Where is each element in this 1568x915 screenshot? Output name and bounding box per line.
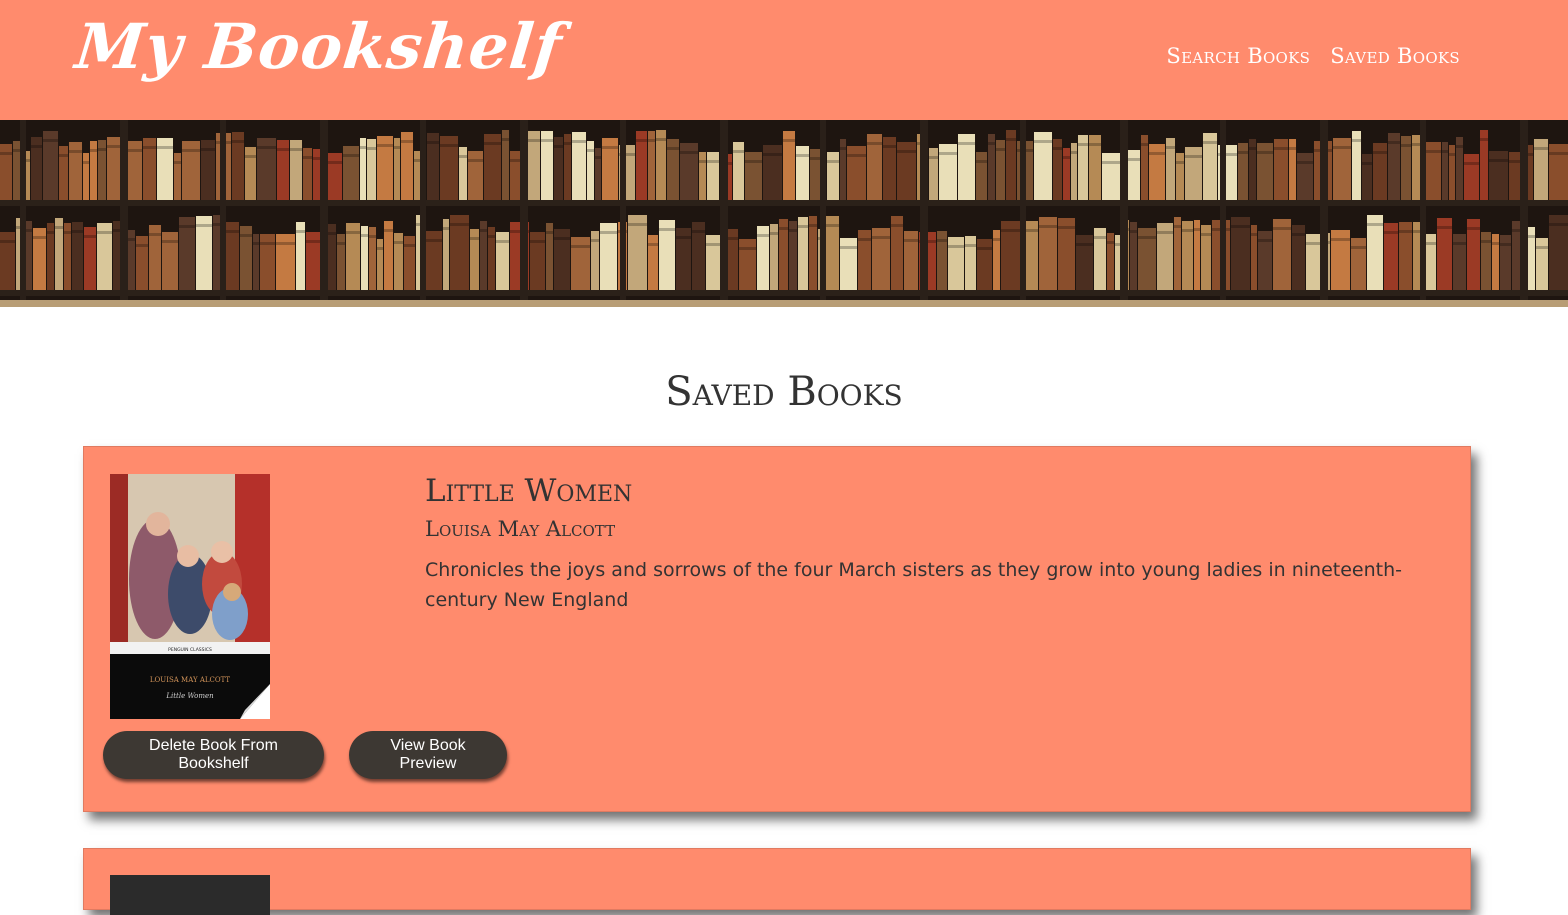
book-card: PENGUIN CLASSICS LOUISA MAY ALCOTT Littl… bbox=[83, 446, 1471, 812]
delete-book-button[interactable]: Delete Book From Bookshelf bbox=[103, 731, 324, 779]
page-title: Saved Books bbox=[665, 369, 903, 415]
book-title: Little Women bbox=[425, 473, 633, 509]
cover-series-text: PENGUIN CLASSICS bbox=[168, 647, 212, 653]
book-cover-image: PENGUIN CLASSICS LOUISA MAY ALCOTT Littl… bbox=[110, 474, 270, 719]
view-book-preview-button[interactable]: View Book Preview bbox=[349, 731, 507, 779]
cover-author-text: LOUISA MAY ALCOTT bbox=[150, 676, 231, 684]
book-card bbox=[83, 848, 1471, 915]
book-cover-image bbox=[110, 875, 270, 915]
top-header: My Bookshelf Search Books Saved Books bbox=[0, 0, 1568, 120]
cover-title-text: Little Women bbox=[165, 692, 214, 700]
site-logo[interactable]: My Bookshelf bbox=[72, 10, 566, 83]
book-author: Louisa May Alcott bbox=[425, 517, 616, 541]
book-description: Chronicles the joys and sorrows of the f… bbox=[425, 559, 1403, 611]
nav-search-books[interactable]: Search Books bbox=[1166, 44, 1310, 68]
main-nav: Search Books Saved Books bbox=[1166, 44, 1460, 68]
nav-saved-books[interactable]: Saved Books bbox=[1330, 44, 1460, 68]
bookshelf-banner-image bbox=[0, 120, 1568, 307]
bookshelf-illustration bbox=[0, 120, 1568, 307]
